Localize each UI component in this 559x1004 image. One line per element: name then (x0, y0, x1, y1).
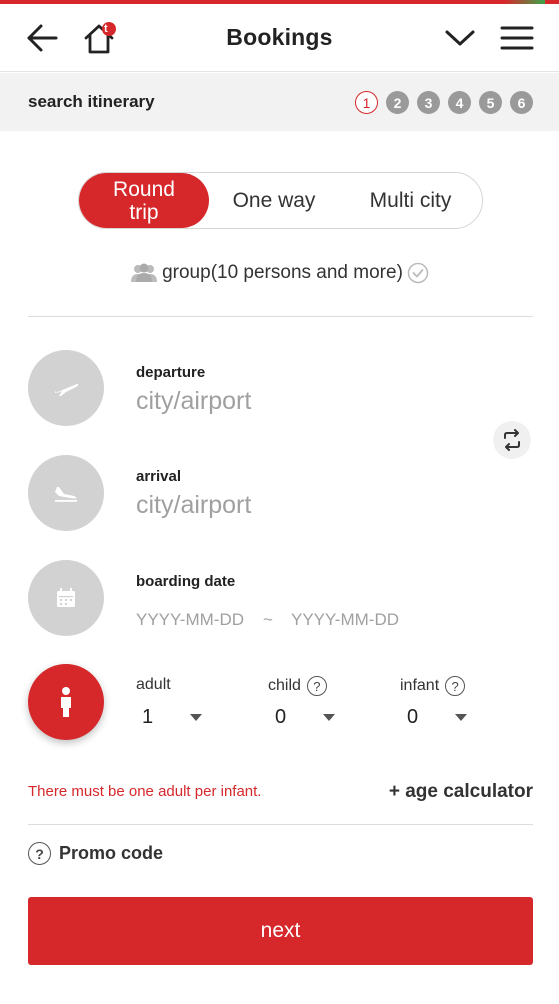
home-button[interactable]: t (80, 18, 120, 58)
departure-label: departure (136, 364, 206, 381)
step-5: 5 (479, 91, 502, 114)
child-label-text: child (268, 677, 301, 694)
tab-round-trip-label: Round trip (113, 177, 175, 224)
arrival-input[interactable]: city/airport (136, 491, 251, 520)
child-help-icon[interactable]: ? (306, 676, 327, 696)
tab-one-way[interactable]: One way (209, 173, 339, 228)
step-3: 3 (417, 91, 440, 114)
step-6: 6 (510, 91, 533, 114)
child-select[interactable]: 0 (275, 706, 335, 729)
arrival-label: arrival (136, 468, 182, 485)
return-date-input[interactable]: YYYY-MM-DD (291, 610, 399, 630)
infant-help-icon[interactable]: ? (445, 676, 466, 696)
boarding-date-label: boarding date (136, 573, 236, 590)
promo-help-icon: ? (28, 842, 51, 865)
infant-warning-text: There must be one adult per infant. (28, 783, 262, 800)
caret-down-icon (190, 714, 202, 721)
home-icon (84, 22, 116, 54)
trip-type-tabs: Round trip One way Multi city (78, 172, 483, 229)
group-label: group(10 persons and more) (162, 262, 403, 283)
check-circle-icon[interactable] (407, 262, 429, 284)
dropdown-button[interactable] (440, 18, 480, 58)
plane-takeoff-icon (55, 383, 79, 396)
infant-label: infant ? (400, 676, 466, 696)
departure-date-input[interactable]: YYYY-MM-DD (136, 610, 244, 630)
infant-select[interactable]: 0 (407, 706, 467, 729)
step-1: 1 (355, 91, 378, 114)
home-badge: t (104, 23, 108, 35)
passenger-icon-circle (28, 664, 104, 740)
departure-input[interactable]: city/airport (136, 387, 251, 416)
menu-button[interactable] (497, 18, 537, 58)
hamburger-menu-icon (500, 26, 534, 50)
adult-label: adult (136, 676, 171, 694)
divider (28, 316, 533, 317)
back-arrow-icon (27, 24, 58, 52)
child-label: child ? (268, 676, 327, 696)
caret-down-icon (455, 714, 467, 721)
arrival-icon-circle (28, 455, 104, 531)
adult-count: 1 (142, 706, 154, 728)
infant-label-text: infant (400, 677, 440, 694)
promo-code-label: Promo code (59, 843, 164, 863)
group-people-icon (131, 263, 158, 282)
caret-down-icon (323, 714, 335, 721)
date-icon-circle (28, 560, 104, 636)
departure-icon-circle (28, 350, 104, 426)
age-calculator-link[interactable]: + age calculator (389, 781, 533, 803)
app-header: t Bookings (0, 4, 559, 72)
date-range-separator: ~ (263, 610, 273, 629)
step-2: 2 (386, 91, 409, 114)
step-indicators: 1 2 3 4 5 6 (355, 91, 533, 114)
infant-count: 0 (407, 706, 419, 728)
swap-button[interactable] (493, 421, 531, 459)
step-bar: search itinerary 1 2 3 4 5 6 (0, 73, 559, 131)
divider (28, 824, 533, 825)
promo-code-toggle[interactable]: ? Promo code (28, 842, 163, 865)
adult-select[interactable]: 1 (142, 706, 202, 729)
next-button[interactable]: next (28, 897, 533, 965)
child-count: 0 (275, 706, 287, 728)
chevron-down-icon (445, 30, 475, 46)
person-icon (61, 687, 71, 717)
tab-round-trip[interactable]: Round trip (79, 173, 209, 228)
step-bar-label: search itinerary (28, 92, 155, 111)
back-button[interactable] (22, 18, 62, 58)
calendar-icon (57, 588, 75, 607)
group-booking-option[interactable]: group(10 persons and more) (0, 262, 559, 284)
plane-landing-icon (55, 487, 77, 502)
swap-icon (504, 429, 520, 451)
step-4: 4 (448, 91, 471, 114)
adult-label-text: adult (136, 676, 171, 693)
tab-multi-city[interactable]: Multi city (339, 173, 482, 228)
